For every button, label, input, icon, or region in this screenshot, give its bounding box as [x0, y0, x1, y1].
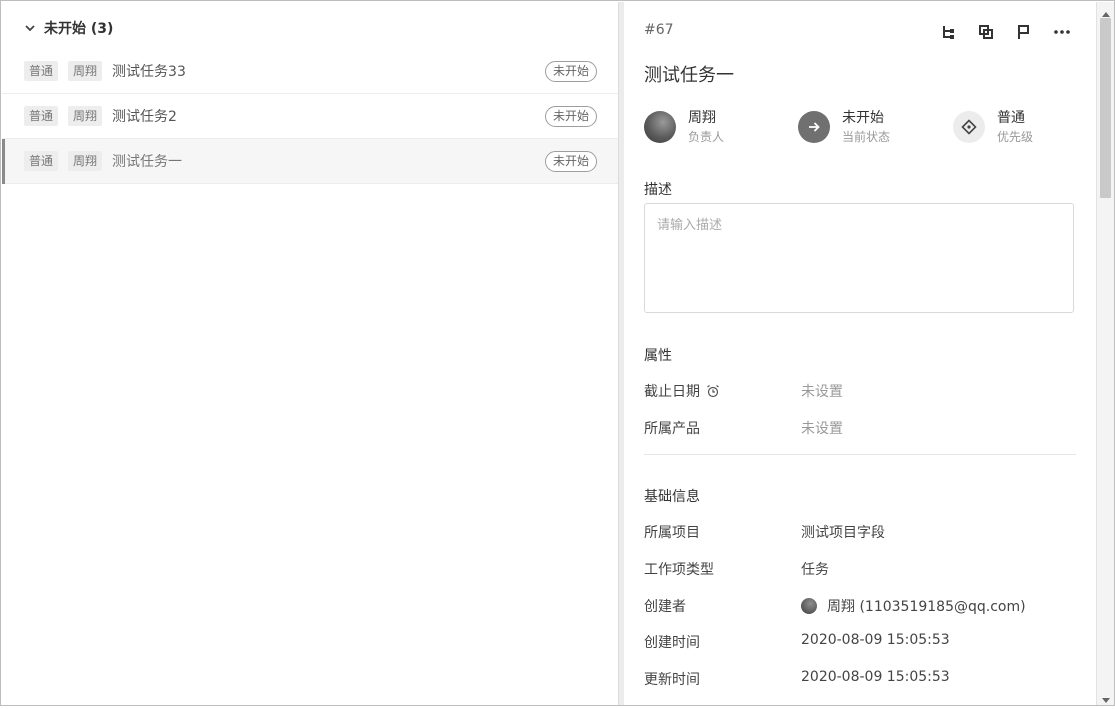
creator-text: 周翔 (1103519185@qq.com): [827, 599, 1026, 615]
scroll-thumb[interactable]: [1100, 18, 1111, 198]
updated-at-value: 2020-08-09 15:05:53: [801, 669, 950, 685]
priority-tag: 普通: [24, 106, 59, 126]
status-badge[interactable]: 未开始: [544, 61, 597, 82]
flag-icon[interactable]: [1012, 20, 1036, 44]
task-detail-panel: #67 测试任务一 周翔 负责人 未开始 当前状态 普通 优先级 描述 请输入描…: [624, 2, 1096, 705]
task-row[interactable]: 普通 周翔 测试任务2 未开始: [2, 94, 618, 139]
work-item-type-label: 工作项类型: [644, 562, 714, 578]
status-badge[interactable]: 未开始: [544, 106, 597, 127]
priority-value: 普通: [997, 110, 1025, 126]
project-value: 测试项目字段: [801, 525, 885, 541]
assignee-label: 负责人: [688, 130, 725, 144]
app-window: 未开始 (3) 普通 周翔 测试任务33 未开始 普通 周翔 测试任务2 未开始…: [0, 0, 1115, 706]
created-at-label: 创建时间: [644, 635, 700, 651]
due-date-value[interactable]: 未设置: [801, 381, 843, 401]
chevron-down-icon: [24, 22, 36, 34]
task-row-selected[interactable]: 普通 周翔 测试任务一 未开始: [2, 139, 618, 184]
properties-label: 属性: [644, 348, 672, 364]
description-input[interactable]: [645, 204, 1073, 312]
scroll-down-icon[interactable]: [1101, 693, 1111, 703]
priority-tag: 普通: [24, 61, 59, 81]
priority-label: 优先级: [997, 130, 1034, 144]
product-value[interactable]: 未设置: [801, 418, 843, 438]
created-at-value: 2020-08-09 15:05:53: [801, 632, 950, 648]
due-date-label-text: 截止日期: [644, 384, 700, 400]
detail-toolbar: [936, 20, 1074, 44]
project-label: 所属项目: [644, 525, 700, 541]
task-name: 测试任务33: [112, 64, 186, 80]
product-label: 所属产品: [644, 421, 700, 437]
assignee-tag: 周翔: [68, 61, 103, 81]
assignee-field[interactable]: 周翔 负责人: [644, 108, 724, 146]
status-field[interactable]: 未开始 当前状态: [798, 108, 890, 146]
task-name: 测试任务一: [112, 154, 183, 170]
priority-field[interactable]: 普通 优先级: [953, 108, 1033, 146]
work-item-type-value: 任务: [801, 562, 829, 578]
status-label: 当前状态: [842, 130, 891, 144]
due-date-label: 截止日期: [644, 381, 720, 401]
arrow-right-icon: [798, 111, 830, 143]
task-name: 测试任务2: [112, 109, 177, 125]
group-title: 未开始 (3): [44, 18, 113, 38]
status-badge[interactable]: 未开始: [544, 151, 597, 172]
group-header-not-started[interactable]: 未开始 (3): [24, 16, 113, 40]
avatar: [801, 598, 817, 614]
priority-tag: 普通: [24, 151, 59, 171]
task-id: #67: [644, 22, 674, 38]
assignee-tag: 周翔: [68, 151, 103, 171]
updated-at-label: 更新时间: [644, 672, 700, 688]
status-value: 未开始: [842, 110, 884, 126]
diamond-icon: [953, 111, 985, 143]
more-icon[interactable]: [1050, 20, 1074, 44]
task-row[interactable]: 普通 周翔 测试任务33 未开始: [2, 49, 618, 94]
selection-indicator: [2, 139, 5, 184]
creator-value: 周翔 (1103519185@qq.com): [801, 596, 1026, 616]
group-title-text: 未开始: [44, 21, 86, 37]
scroll-up-icon[interactable]: [1101, 6, 1111, 17]
assignee-tag: 周翔: [68, 106, 103, 126]
description-label: 描述: [644, 182, 672, 198]
task-list-panel: 未开始 (3) 普通 周翔 测试任务33 未开始 普通 周翔 测试任务2 未开始…: [2, 2, 618, 705]
assignee-value: 周翔: [688, 110, 716, 126]
group-count: (3): [90, 21, 114, 37]
avatar: [644, 111, 676, 143]
alarm-clock-icon: [706, 384, 720, 398]
detail-scrollbar[interactable]: [1096, 2, 1114, 705]
subtask-icon[interactable]: [936, 20, 960, 44]
copy-icon[interactable]: [974, 20, 998, 44]
section-divider: [644, 454, 1076, 455]
task-title[interactable]: 测试任务一: [644, 61, 734, 87]
description-box: [644, 203, 1074, 313]
creator-label: 创建者: [644, 599, 686, 615]
basic-info-label: 基础信息: [644, 489, 700, 505]
